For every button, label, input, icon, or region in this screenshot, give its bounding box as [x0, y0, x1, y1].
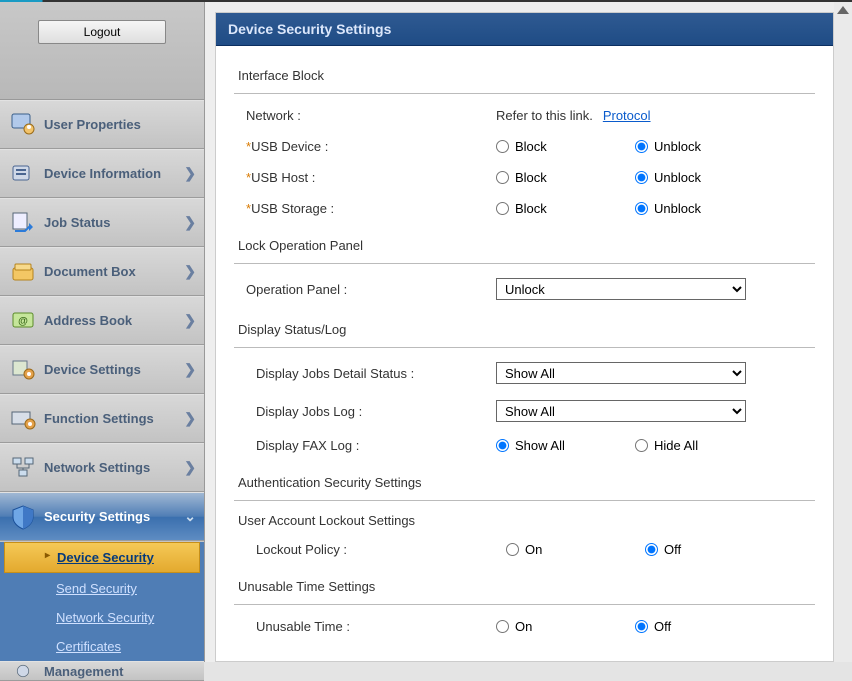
svg-text:@: @ — [18, 316, 28, 327]
sidebar: Logout User Properties Device Informatio… — [0, 2, 205, 662]
chevron-down-icon: ⌄ — [184, 508, 196, 525]
sidebar-item-security-settings[interactable]: Security Settings ⌄ — [0, 492, 204, 541]
section-interface-block: Interface Block — [234, 54, 815, 94]
device-settings-icon — [8, 355, 38, 385]
device-information-icon — [8, 159, 38, 189]
section-auth-security: Authentication Security Settings — [234, 461, 815, 501]
usb-storage-unblock-radio[interactable] — [635, 202, 648, 215]
logout-area: Logout — [0, 2, 204, 100]
network-label: Network : — [246, 108, 496, 123]
section-display-status: Display Status/Log — [234, 308, 815, 348]
fax-log-hide-all-radio[interactable] — [635, 439, 648, 452]
user-lockout-title: User Account Lockout Settings — [234, 507, 815, 534]
chevron-right-icon: ❯ — [184, 312, 196, 329]
network-settings-icon — [8, 453, 38, 483]
sidebar-item-label: User Properties — [44, 117, 141, 132]
operation-panel-select[interactable]: Unlock — [496, 278, 746, 300]
user-properties-icon — [8, 110, 38, 140]
chevron-right-icon: ❯ — [184, 410, 196, 427]
sidebar-item-label: Management — [44, 664, 123, 679]
sidebar-item-document-box[interactable]: Document Box ❯ — [0, 247, 204, 296]
sidebar-item-device-settings[interactable]: Device Settings ❯ — [0, 345, 204, 394]
operation-panel-label: Operation Panel : — [246, 282, 496, 297]
sidebar-item-label: Document Box — [44, 264, 136, 279]
unusable-time-label: Unusable Time : — [246, 619, 496, 634]
section-lock-panel: Lock Operation Panel — [234, 224, 815, 264]
sidebar-item-function-settings[interactable]: Function Settings ❯ — [0, 394, 204, 443]
usb-device-unblock-radio[interactable] — [635, 140, 648, 153]
usb-host-unblock-radio[interactable] — [635, 171, 648, 184]
usb-host-block-radio[interactable] — [496, 171, 509, 184]
usb-device-block-radio[interactable] — [496, 140, 509, 153]
address-book-icon: @ — [8, 306, 38, 336]
scroll-up-icon[interactable] — [837, 6, 849, 14]
subnav-send-security[interactable]: Send Security — [0, 574, 204, 603]
lockout-policy-label: Lockout Policy : — [246, 542, 506, 557]
usb-storage-block-radio[interactable] — [496, 202, 509, 215]
sidebar-item-label: Job Status — [44, 215, 110, 230]
sidebar-item-label: Network Settings — [44, 460, 150, 475]
unusable-off-radio[interactable] — [635, 620, 648, 633]
content-panel: Device Security Settings Interface Block… — [215, 12, 834, 662]
job-status-icon — [8, 208, 38, 238]
display-jobs-log-label: Display Jobs Log : — [246, 404, 496, 419]
sidebar-item-management[interactable]: Management — [0, 661, 204, 681]
unusable-on-radio[interactable] — [496, 620, 509, 633]
display-jobs-detail-select[interactable]: Show All — [496, 362, 746, 384]
fax-log-show-all-radio[interactable] — [496, 439, 509, 452]
sidebar-item-network-settings[interactable]: Network Settings ❯ — [0, 443, 204, 492]
scrollbar[interactable] — [834, 2, 852, 662]
document-box-icon — [8, 257, 38, 287]
subnav-device-security[interactable]: Device Security — [4, 542, 200, 573]
display-jobs-log-select[interactable]: Show All — [496, 400, 746, 422]
function-settings-icon — [8, 404, 38, 434]
chevron-right-icon: ❯ — [184, 214, 196, 231]
refer-text: Refer to this link. — [496, 108, 593, 123]
sidebar-item-label: Security Settings — [44, 509, 150, 524]
display-fax-log-label: Display FAX Log : — [246, 438, 496, 453]
shield-icon — [8, 502, 38, 532]
usb-host-label: USB Host : — [251, 170, 315, 185]
chevron-right-icon: ❯ — [184, 165, 196, 182]
usb-device-label: USB Device : — [251, 139, 328, 154]
management-icon — [8, 661, 38, 681]
display-jobs-detail-label: Display Jobs Detail Status : — [246, 366, 496, 381]
protocol-link[interactable]: Protocol — [603, 108, 651, 123]
sidebar-item-address-book[interactable]: @ Address Book ❯ — [0, 296, 204, 345]
sidebar-item-device-information[interactable]: Device Information ❯ — [0, 149, 204, 198]
subnav-certificates[interactable]: Certificates — [0, 632, 204, 661]
security-subnav: Device Security Send Security Network Se… — [0, 542, 204, 661]
sidebar-item-label: Address Book — [44, 313, 132, 328]
sidebar-item-job-status[interactable]: Job Status ❯ — [0, 198, 204, 247]
sidebar-item-user-properties[interactable]: User Properties — [0, 100, 204, 149]
subnav-network-security[interactable]: Network Security — [0, 603, 204, 632]
logout-button[interactable]: Logout — [38, 20, 166, 44]
chevron-right-icon: ❯ — [184, 263, 196, 280]
usb-storage-label: USB Storage : — [251, 201, 334, 216]
sidebar-item-label: Function Settings — [44, 411, 154, 426]
lockout-off-radio[interactable] — [645, 543, 658, 556]
section-unusable-time: Unusable Time Settings — [234, 565, 815, 605]
chevron-right-icon: ❯ — [184, 361, 196, 378]
chevron-right-icon: ❯ — [184, 459, 196, 476]
sidebar-item-label: Device Settings — [44, 362, 141, 377]
page-title: Device Security Settings — [216, 13, 833, 46]
lockout-on-radio[interactable] — [506, 543, 519, 556]
sidebar-item-label: Device Information — [44, 166, 161, 181]
